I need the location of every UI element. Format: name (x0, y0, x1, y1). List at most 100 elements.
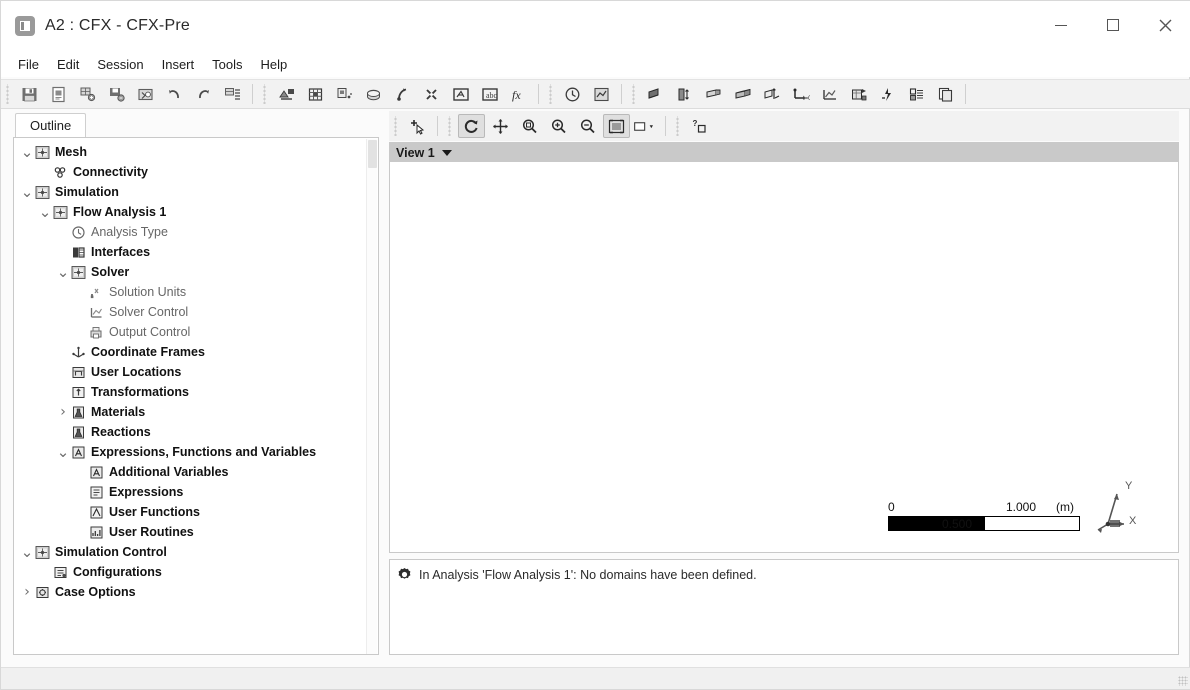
chevron-down-icon[interactable]: ⌄ (38, 202, 52, 222)
domain-interface-icon[interactable] (389, 82, 416, 106)
toolbar-grip[interactable] (5, 84, 12, 104)
expression-icon[interactable] (447, 82, 474, 106)
tree-node[interactable]: ⌄ Mesh (14, 142, 378, 162)
tree-node[interactable]: › Case Options (14, 582, 378, 602)
menu-help[interactable]: Help (251, 54, 296, 75)
import-mesh-icon[interactable] (74, 82, 101, 106)
tree-node[interactable]: ⌄ Simulation (14, 182, 378, 202)
subdomain-icon[interactable] (331, 82, 358, 106)
viewer-panel: View 1 0 1.000 (m) 0.500 Y X (389, 142, 1179, 553)
menu-insert[interactable]: Insert (153, 54, 204, 75)
pan-icon[interactable] (487, 114, 514, 138)
toolbar-grip[interactable] (262, 84, 269, 104)
tree-node-label: Transformations (91, 385, 189, 399)
plane-icon[interactable] (700, 82, 727, 106)
tree-node[interactable]: User Locations (14, 362, 378, 382)
maximize-button[interactable] (1087, 1, 1139, 49)
menu-tools[interactable]: Tools (203, 54, 251, 75)
user-function-icon[interactable]: abc (476, 82, 503, 106)
tree-node[interactable]: ⌄ Expressions, Functions and Variables (14, 442, 378, 462)
chevron-down-icon[interactable]: ⌄ (20, 182, 34, 202)
tree-node[interactable]: Interfaces (14, 242, 378, 262)
tree-node-label: User Locations (91, 365, 182, 379)
toolbar-grip[interactable] (631, 84, 638, 104)
select-cursor-icon[interactable] (404, 114, 431, 138)
tree-node[interactable]: ⌄ Flow Analysis 1 (14, 202, 378, 222)
tree-node[interactable]: Configurations (14, 562, 378, 582)
analysis-type-icon[interactable] (559, 82, 586, 106)
menu-file[interactable]: File (9, 54, 48, 75)
chevron-down-icon[interactable]: ⌄ (20, 542, 34, 562)
chevron-right-icon[interactable]: › (20, 582, 34, 602)
tree-node[interactable]: Expressions (14, 482, 378, 502)
scale-bar-min: 0 (888, 500, 895, 514)
transform-icon[interactable] (758, 82, 785, 106)
tree-node[interactable]: Connectivity (14, 162, 378, 182)
save-as-icon[interactable] (45, 82, 72, 106)
chevron-down-icon[interactable] (441, 149, 452, 156)
define-run-icon[interactable] (219, 82, 246, 106)
viewer-toolbar-grip[interactable] (447, 116, 454, 136)
view-canvas[interactable]: 0 1.000 (m) 0.500 Y X (390, 162, 1178, 552)
tree-node[interactable]: Reactions (14, 422, 378, 442)
save-icon[interactable] (16, 82, 43, 106)
menu-edit[interactable]: Edit (48, 54, 88, 75)
viewer-toolbar-grip[interactable] (675, 116, 682, 136)
chart-icon[interactable] (816, 82, 843, 106)
material-icon[interactable] (845, 82, 872, 106)
tree-scrollbar[interactable] (366, 139, 377, 654)
undo-icon[interactable] (161, 82, 188, 106)
tab-outline[interactable]: Outline (15, 113, 87, 137)
tree-node[interactable]: › Materials (14, 402, 378, 422)
refresh-mesh-icon[interactable] (132, 82, 159, 106)
fx-icon[interactable]: fx (505, 82, 532, 106)
chevron-down-icon[interactable]: ⌄ (56, 442, 70, 462)
chevron-down-icon[interactable]: ⌄ (56, 262, 70, 282)
export-mesh-icon[interactable] (103, 82, 130, 106)
close-button[interactable] (1139, 1, 1190, 49)
zoom-out-icon[interactable] (574, 114, 601, 138)
tree-node[interactable]: Coordinate Frames (14, 342, 378, 362)
svg-text:?: ? (693, 119, 698, 128)
iso-surface-icon[interactable]: t=0 (787, 82, 814, 106)
tree-node[interactable]: Transformations (14, 382, 378, 402)
tree-scrollbar-thumb[interactable] (368, 140, 377, 168)
tree-node[interactable]: Solution Units (14, 282, 378, 302)
minimize-button[interactable] (1035, 1, 1087, 49)
tree-node[interactable]: User Routines (14, 522, 378, 542)
reaction-icon[interactable] (874, 82, 901, 106)
source-point-icon[interactable] (360, 82, 387, 106)
chevron-down-icon[interactable]: ⌄ (20, 142, 34, 162)
viewer-toolbar-grip[interactable] (393, 116, 400, 136)
rotate-icon[interactable] (458, 114, 485, 138)
chevron-right-icon[interactable]: › (56, 402, 70, 422)
view-selector[interactable]: View 1 (390, 143, 1178, 162)
toolbar-grip[interactable] (548, 84, 555, 104)
tree-node[interactable]: ⌄ Simulation Control (14, 542, 378, 562)
tree-node[interactable]: Analysis Type (14, 222, 378, 242)
additional-var-icon[interactable] (903, 82, 930, 106)
background-color-icon[interactable] (632, 114, 659, 138)
point-icon[interactable] (642, 82, 669, 106)
redo-icon[interactable] (190, 82, 217, 106)
outline-tree: ⌄ Mesh Connectivity ⌄ Simulation ⌄ Flow Analys… (14, 138, 378, 602)
fit-view-icon[interactable] (603, 114, 630, 138)
domain-icon[interactable] (273, 82, 300, 106)
boundary-icon[interactable] (302, 82, 329, 106)
tree-node[interactable]: ⌄ Solver (14, 262, 378, 282)
zoom-in-icon[interactable] (545, 114, 572, 138)
tree-node[interactable]: Solver Control (14, 302, 378, 322)
tree-node[interactable]: User Functions (14, 502, 378, 522)
line-icon[interactable] (671, 82, 698, 106)
solver-control-icon[interactable] (588, 82, 615, 106)
menu-session[interactable]: Session (88, 54, 152, 75)
tree-node[interactable]: Additional Variables (14, 462, 378, 482)
initialization-icon[interactable] (418, 82, 445, 106)
volume-icon[interactable] (729, 82, 756, 106)
zoom-box-icon[interactable] (516, 114, 543, 138)
solution-units-icon (88, 284, 104, 300)
copy-icon[interactable] (932, 82, 959, 106)
resize-grip[interactable] (1178, 676, 1188, 686)
tree-node[interactable]: Output Control (14, 322, 378, 342)
snapshot-icon[interactable]: ? (686, 114, 713, 138)
